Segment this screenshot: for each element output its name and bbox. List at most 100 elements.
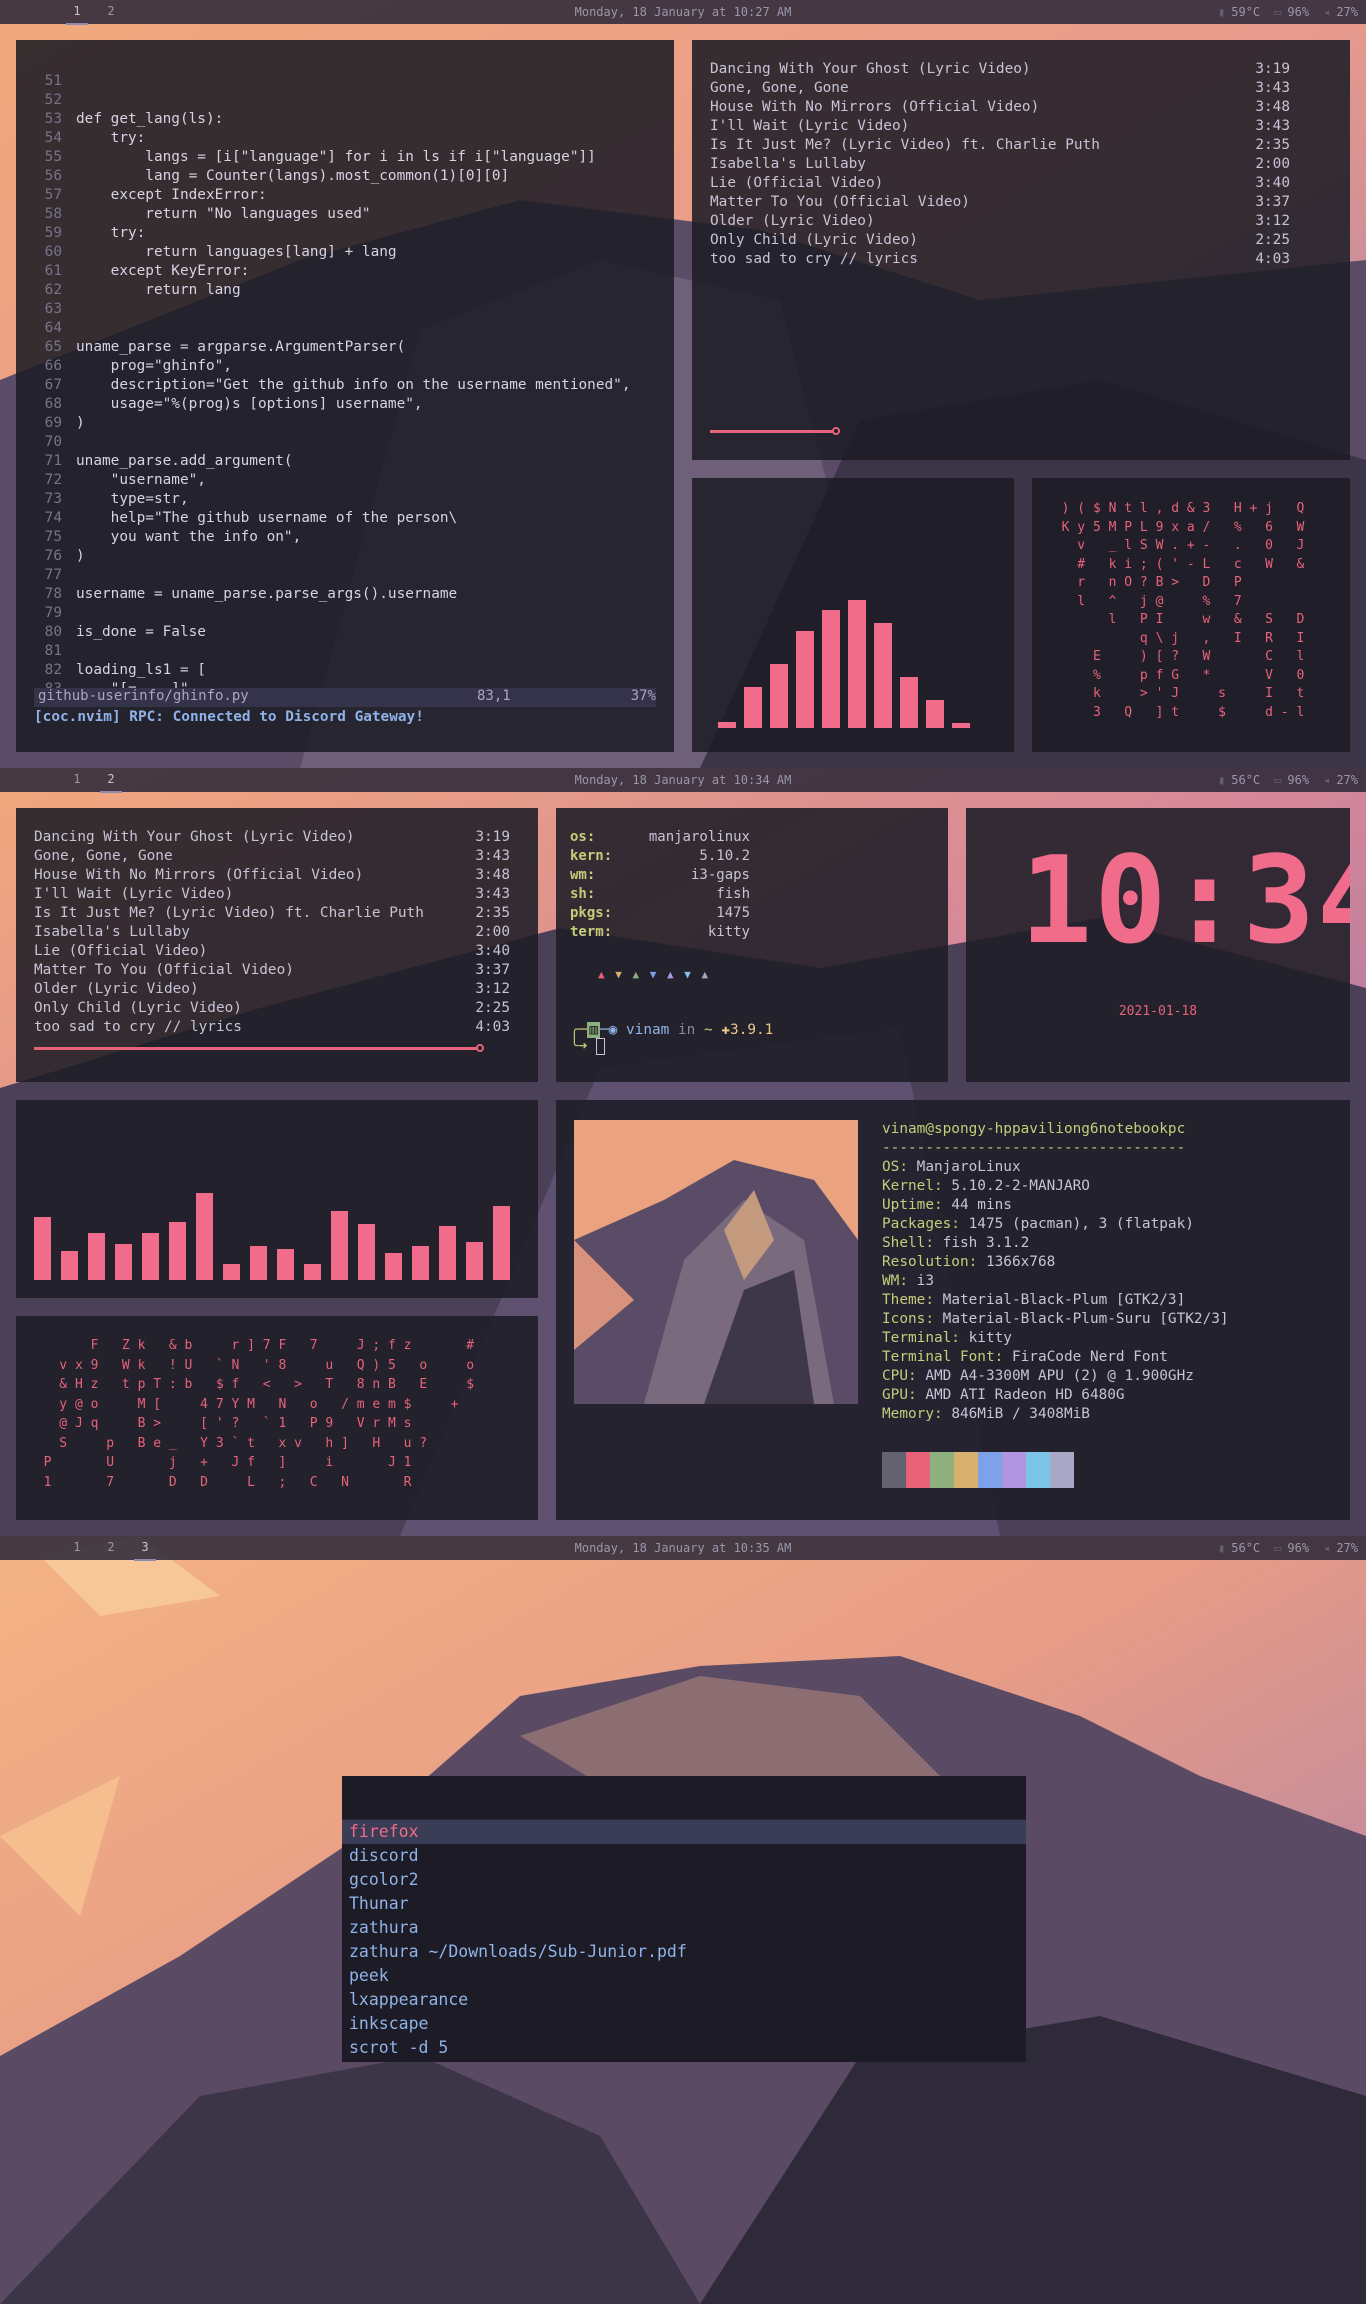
music-player-window[interactable]: Dancing With Your Ghost (Lyric Video) 3:1… bbox=[692, 40, 1350, 460]
code-line: 59 try: bbox=[34, 224, 631, 243]
status-filename: github-userinfo/ghinfo.py bbox=[38, 688, 249, 704]
visualizer-bar bbox=[900, 676, 918, 728]
playlist-item[interactable]: Only Child (Lyric Video) 2:25 bbox=[710, 231, 1290, 250]
track-title: I'll Wait (Lyric Video) bbox=[34, 886, 234, 902]
code-view[interactable]: 51 52 53 def get_lang(ls): 54 try: 55 langs =… bbox=[34, 72, 631, 699]
playlist-item[interactable]: Older (Lyric Video) 3:12 bbox=[34, 980, 510, 999]
app-launcher[interactable]: firefox discord gcolor2 Thunar zathura zathur… bbox=[342, 1776, 1026, 2062]
launcher-item[interactable]: Thunar bbox=[342, 1892, 1026, 1916]
launcher-search-input[interactable] bbox=[342, 1776, 1026, 1820]
code-line: 54 try: bbox=[34, 129, 631, 148]
playlist-item[interactable]: I'll Wait (Lyric Video) 3:43 bbox=[710, 117, 1290, 136]
battery-icon: ▭ bbox=[1274, 1541, 1282, 1555]
matrix-line: K y 5 M P L 9 x a / % 6 W bbox=[1046, 519, 1305, 535]
playlist-item[interactable]: Lie (Official Video) 3:40 bbox=[34, 942, 510, 961]
volume-icon[interactable]: ◂ bbox=[1323, 773, 1330, 787]
neofetch-row: CPU: AMD A4-3300M APU (2) @ 1.900GHz bbox=[882, 1367, 1229, 1386]
visualizer-bar bbox=[822, 610, 840, 728]
matrix-line: r n O ? B > D P bbox=[1046, 575, 1305, 590]
track-title: House With No Mirrors (Official Video) bbox=[34, 867, 364, 883]
line-text: is_done = False bbox=[76, 624, 206, 640]
neofetch-row: Memory: 846MiB / 3408MiB bbox=[882, 1405, 1229, 1424]
editor-window[interactable]: 51 52 53 def get_lang(ls): 54 try: 55 langs =… bbox=[16, 40, 674, 752]
neofetch-window: vinam@spongy-hppaviliong6notebookpc -----… bbox=[556, 1100, 1350, 1520]
launcher-item[interactable]: lxappearance bbox=[342, 1988, 1026, 2012]
volume-icon[interactable]: ◂ bbox=[1323, 1541, 1330, 1555]
launcher-item[interactable]: inkscape bbox=[342, 2012, 1026, 2036]
line-text: uname_parse.add_argument( bbox=[76, 453, 293, 469]
visualizer-bar bbox=[439, 1226, 456, 1280]
playlist-item[interactable]: Dancing With Your Ghost (Lyric Video) 3:1… bbox=[710, 60, 1290, 79]
terminal-icon: ▥ bbox=[587, 1022, 600, 1038]
code-line: 78 username = uname_parse.parse_args().us… bbox=[34, 585, 631, 604]
color-palette bbox=[882, 1452, 1074, 1488]
track-title: Gone, Gone, Gone bbox=[710, 80, 849, 96]
playlist-item[interactable]: House With No Mirrors (Official Video) 3:… bbox=[34, 866, 510, 885]
playlist-item[interactable]: Gone, Gone, Gone 3:43 bbox=[710, 79, 1290, 98]
matrix-rain: ) ( $ N t l , d & 3 H + j Q K y 5 M P L … bbox=[1046, 500, 1305, 722]
code-line: 74 help="The github username of the pers… bbox=[34, 509, 631, 528]
launcher-item[interactable]: firefox bbox=[342, 1820, 1026, 1844]
playlist-item[interactable]: Dancing With Your Ghost (Lyric Video) 3:1… bbox=[34, 828, 510, 847]
playlist-item[interactable]: too sad to cry // lyrics 4:03 bbox=[34, 1018, 510, 1037]
palette-swatch bbox=[978, 1452, 1002, 1488]
playlist[interactable]: Dancing With Your Ghost (Lyric Video) 3:1… bbox=[34, 828, 510, 1037]
battery-icon: ▭ bbox=[1274, 773, 1282, 787]
progress-knob[interactable] bbox=[476, 1044, 484, 1052]
launcher-item[interactable]: discord bbox=[342, 1844, 1026, 1868]
shell-prompt[interactable]: ╭─ ▥ ─◉ vinam in ~ ✚3.9.1 ╰➜ bbox=[570, 1022, 773, 1055]
playlist-item[interactable]: Older (Lyric Video) 3:12 bbox=[710, 212, 1290, 231]
line-number: 64 bbox=[44, 320, 62, 336]
matrix-line: l ^ j @ % 7 bbox=[1046, 593, 1305, 609]
launcher-item[interactable]: gcolor2 bbox=[342, 1868, 1026, 1892]
sysinfo-row: os: manjarolinux bbox=[570, 828, 750, 847]
launcher-results[interactable]: firefox discord gcolor2 Thunar zathura zathur… bbox=[342, 1820, 1026, 2060]
track-duration: 3:48 bbox=[475, 867, 510, 883]
playlist-item[interactable]: Matter To You (Official Video) 3:37 bbox=[710, 193, 1290, 212]
track-title: too sad to cry // lyrics bbox=[34, 1019, 242, 1035]
playlist-item[interactable]: Lie (Official Video) 3:40 bbox=[710, 174, 1290, 193]
matrix-line: 3 Q ] t $ d - l bbox=[1046, 704, 1305, 720]
launcher-item[interactable]: zathura ~/Downloads/Sub-Junior.pdf bbox=[342, 1940, 1026, 1964]
launcher-item[interactable]: peek bbox=[342, 1964, 1026, 1988]
sysinfo-key: kern: bbox=[570, 848, 613, 864]
code-line: 63 bbox=[34, 300, 631, 319]
playlist[interactable]: Dancing With Your Ghost (Lyric Video) 3:1… bbox=[710, 60, 1290, 269]
track-duration: 3:19 bbox=[475, 829, 510, 845]
playlist-item[interactable]: I'll Wait (Lyric Video) 3:43 bbox=[34, 885, 510, 904]
code-line: 79 bbox=[34, 604, 631, 623]
volume-icon[interactable]: ◂ bbox=[1323, 5, 1330, 19]
playlist-item[interactable]: too sad to cry // lyrics 4:03 bbox=[710, 250, 1290, 269]
line-text: type=str, bbox=[76, 491, 189, 507]
sysinfo-key: wm: bbox=[570, 867, 596, 883]
neofetch-row: Kernel: 5.10.2-2-MANJARO bbox=[882, 1177, 1229, 1196]
matrix-line: @ J q B > [ ' ? ` 1 P 9 V r M s bbox=[28, 1416, 475, 1431]
music-player-window[interactable]: Dancing With Your Ghost (Lyric Video) 3:1… bbox=[16, 808, 538, 1082]
code-line: 71 uname_parse.add_argument( bbox=[34, 452, 631, 471]
progress-knob[interactable] bbox=[832, 427, 841, 435]
track-title: Isabella's Lullaby bbox=[34, 924, 190, 940]
neofetch-header: vinam@spongy-hppaviliong6notebookpc bbox=[882, 1121, 1186, 1137]
sysinfo-key: term: bbox=[570, 924, 613, 940]
terminal-sysinfo-window[interactable]: os: manjarolinux kern: 5.10.2 wm: i3-gaps sh: f… bbox=[556, 808, 948, 1082]
palette-swatch bbox=[930, 1452, 954, 1488]
neofetch-key: Theme: bbox=[882, 1292, 943, 1308]
playlist-item[interactable]: House With No Mirrors (Official Video) 3:… bbox=[710, 98, 1290, 117]
playlist-item[interactable]: Matter To You (Official Video) 3:37 bbox=[34, 961, 510, 980]
playlist-item[interactable]: Isabella's Lullaby 2:00 bbox=[710, 155, 1290, 174]
playlist-item[interactable]: Is It Just Me? (Lyric Video) ft. Charlie… bbox=[34, 904, 510, 923]
playlist-item[interactable]: Is It Just Me? (Lyric Video) ft. Charlie… bbox=[710, 136, 1290, 155]
color-triangle-icon: ▼ bbox=[615, 968, 633, 981]
launcher-item[interactable]: scrot -d 5 bbox=[342, 2036, 1026, 2060]
line-text: loading_ls1 = [ bbox=[76, 662, 206, 678]
neofetch-row: WM: i3 bbox=[882, 1272, 1229, 1291]
line-text: except KeyError: bbox=[76, 263, 250, 279]
code-line: 75 you want the info on", bbox=[34, 528, 631, 547]
neofetch-row: OS: ManjaroLinux bbox=[882, 1158, 1229, 1177]
sysinfo-value: fish bbox=[716, 886, 750, 902]
playlist-item[interactable]: Isabella's Lullaby 2:00 bbox=[34, 923, 510, 942]
playlist-item[interactable]: Gone, Gone, Gone 3:43 bbox=[34, 847, 510, 866]
neofetch-key: Icons: bbox=[882, 1311, 943, 1327]
launcher-item[interactable]: zathura bbox=[342, 1916, 1026, 1940]
playlist-item[interactable]: Only Child (Lyric Video) 2:25 bbox=[34, 999, 510, 1018]
